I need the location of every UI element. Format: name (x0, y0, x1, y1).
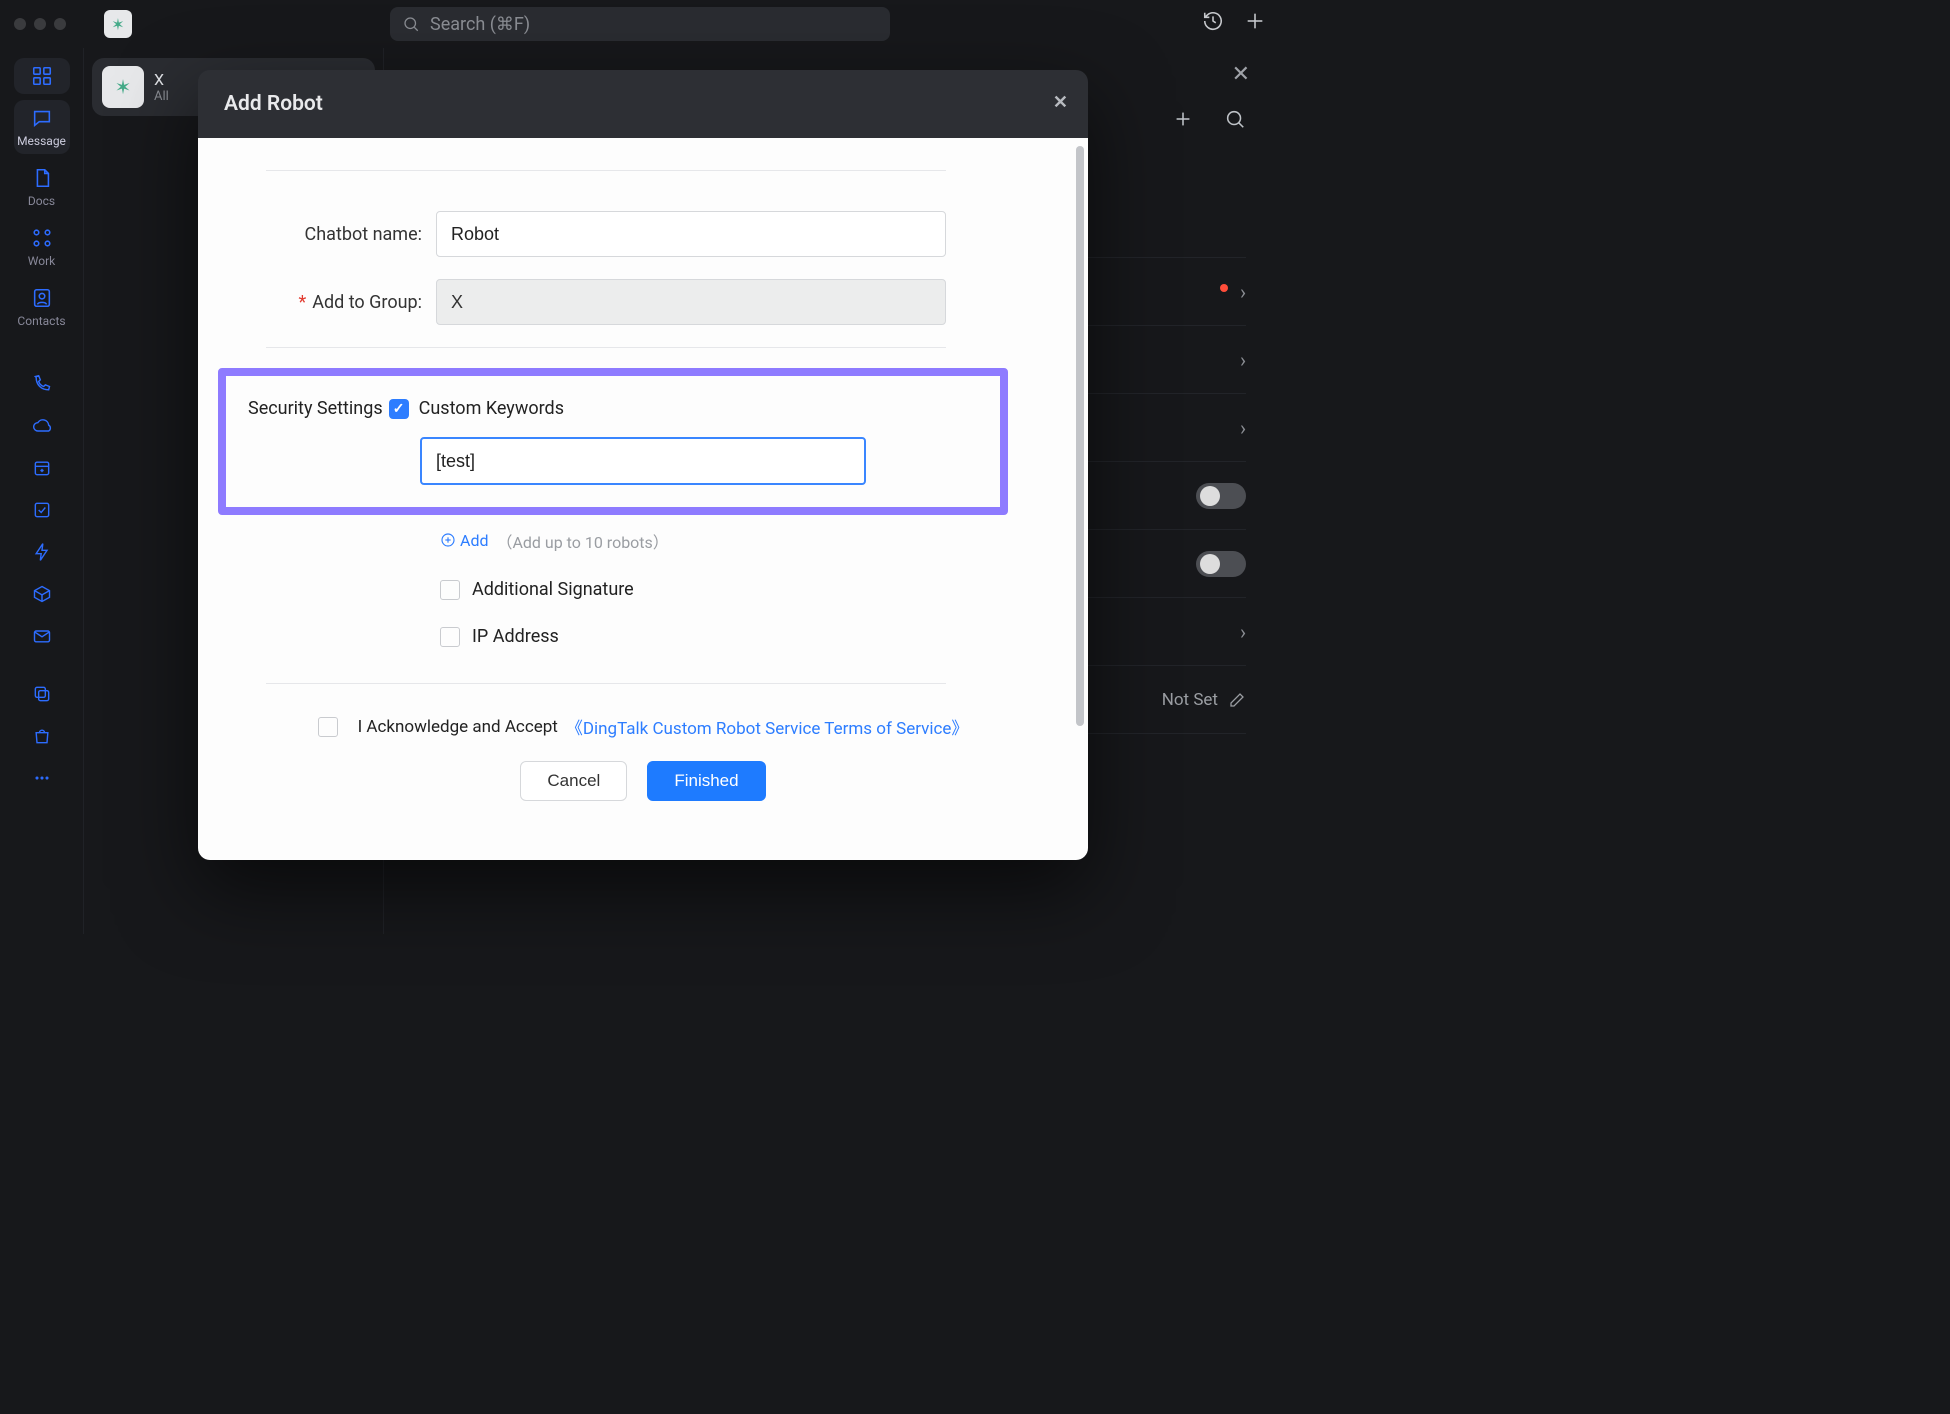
rail-apps[interactable] (14, 58, 70, 94)
edit-icon[interactable] (1228, 691, 1246, 709)
acknowledge-checkbox[interactable] (318, 717, 338, 737)
grid-icon (30, 64, 54, 88)
add-link-text: Add (460, 531, 488, 550)
window-controls[interactable] (14, 18, 66, 30)
field-add-to-group: Add to Group: (266, 279, 946, 325)
settings-close-icon[interactable]: ✕ (1232, 62, 1250, 87)
rail-message[interactable]: Message (14, 100, 70, 154)
rail-flash-icon[interactable] (14, 534, 70, 570)
add-to-group-label: Add to Group: (266, 292, 422, 313)
rail-contacts-label: Contacts (17, 314, 65, 328)
close-dot-icon[interactable] (14, 18, 26, 30)
notification-dot-icon (1220, 284, 1228, 292)
rail-cloud-icon[interactable] (14, 408, 70, 444)
contacts-icon (30, 286, 54, 310)
history-icon[interactable] (1202, 10, 1224, 38)
conversation-title: X (154, 70, 169, 89)
cancel-button[interactable]: Cancel (520, 761, 627, 801)
rail-copy-icon[interactable] (14, 676, 70, 712)
rail-message-label: Message (17, 134, 66, 148)
finished-button[interactable]: Finished (647, 761, 765, 801)
modal-close-icon[interactable]: ✕ (1053, 92, 1068, 113)
modal-title: Add Robot (224, 92, 323, 116)
ip-address-label: IP Address (472, 626, 559, 647)
toggle-switch[interactable] (1196, 551, 1246, 577)
conversation-subtitle: All (154, 89, 169, 104)
scrollbar-thumb[interactable] (1076, 146, 1084, 726)
work-icon (30, 226, 54, 250)
minimize-dot-icon[interactable] (34, 18, 46, 30)
group-alias-value: Not Set (1162, 690, 1218, 710)
security-settings-label: Security Settings (248, 398, 383, 419)
rail-work[interactable]: Work (14, 220, 70, 274)
custom-keywords-label: Custom Keywords (419, 398, 564, 419)
option-ip-address[interactable]: IP Address (440, 626, 1040, 647)
option-additional-signature[interactable]: Additional Signature (440, 579, 1040, 600)
rail-docs[interactable]: Docs (14, 160, 70, 214)
rail-work-label: Work (28, 254, 55, 268)
additional-signature-checkbox[interactable] (440, 580, 460, 600)
security-settings-highlight: Security Settings ✓ Custom Keywords (218, 368, 1008, 515)
add-keyword-button[interactable]: Add (440, 531, 488, 550)
search-icon (402, 15, 420, 33)
add-member-icon[interactable] (1172, 108, 1194, 136)
chevron-right-icon: › (1240, 416, 1246, 440)
rail-check-icon[interactable] (14, 492, 70, 528)
rail-contacts[interactable]: Contacts (14, 280, 70, 334)
chatbot-name-label: Chatbot name: (266, 224, 422, 245)
message-icon (30, 106, 54, 130)
terms-link[interactable]: 《DingTalk Custom Robot Service Terms of … (566, 714, 969, 739)
add-note-text: （Add up to 10 robots） (496, 533, 668, 552)
keyword-input[interactable] (420, 437, 866, 485)
search-members-icon[interactable] (1224, 108, 1246, 136)
acknowledge-text: I Acknowledge and Accept (358, 717, 558, 737)
toggle-switch[interactable] (1196, 483, 1246, 509)
zoom-dot-icon[interactable] (54, 18, 66, 30)
add-to-group-input (436, 279, 946, 325)
rail-more-icon[interactable] (14, 760, 70, 796)
app-logo-icon: ✶ (104, 10, 132, 38)
add-robot-modal: Add Robot ✕ Chatbot name: Add to Group: (198, 70, 1088, 860)
rail-docs-label: Docs (28, 194, 55, 208)
chevron-right-icon: › (1240, 620, 1246, 644)
acknowledge-row: I Acknowledge and Accept 《DingTalk Custo… (246, 714, 1040, 739)
chevron-right-icon: › (1240, 280, 1246, 304)
modal-header: Add Robot ✕ (198, 70, 1088, 138)
custom-keywords-checkbox[interactable]: ✓ (389, 399, 409, 419)
rail-call-icon[interactable] (14, 366, 70, 402)
rail-mail-icon[interactable] (14, 618, 70, 654)
additional-signature-label: Additional Signature (472, 579, 634, 600)
nav-rail: Message Docs Work Contacts (0, 48, 84, 934)
ip-address-checkbox[interactable] (440, 627, 460, 647)
rail-calendar-icon[interactable] (14, 450, 70, 486)
titlebar: ✶ Search (⌘F) (0, 0, 1280, 48)
modal-body: Chatbot name: Add to Group: Security Set… (198, 138, 1088, 860)
rail-bag-icon[interactable] (14, 718, 70, 754)
search-placeholder: Search (⌘F) (430, 14, 530, 35)
search-input[interactable]: Search (⌘F) (390, 7, 890, 41)
field-chatbot-name: Chatbot name: (266, 211, 946, 257)
chatbot-name-input[interactable] (436, 211, 946, 257)
docs-icon (30, 166, 54, 190)
plus-circle-icon (440, 532, 456, 548)
chevron-right-icon: › (1240, 348, 1246, 372)
plus-icon[interactable] (1244, 10, 1266, 38)
conversation-avatar-icon: ✶ (102, 66, 144, 108)
rail-box-icon[interactable] (14, 576, 70, 612)
